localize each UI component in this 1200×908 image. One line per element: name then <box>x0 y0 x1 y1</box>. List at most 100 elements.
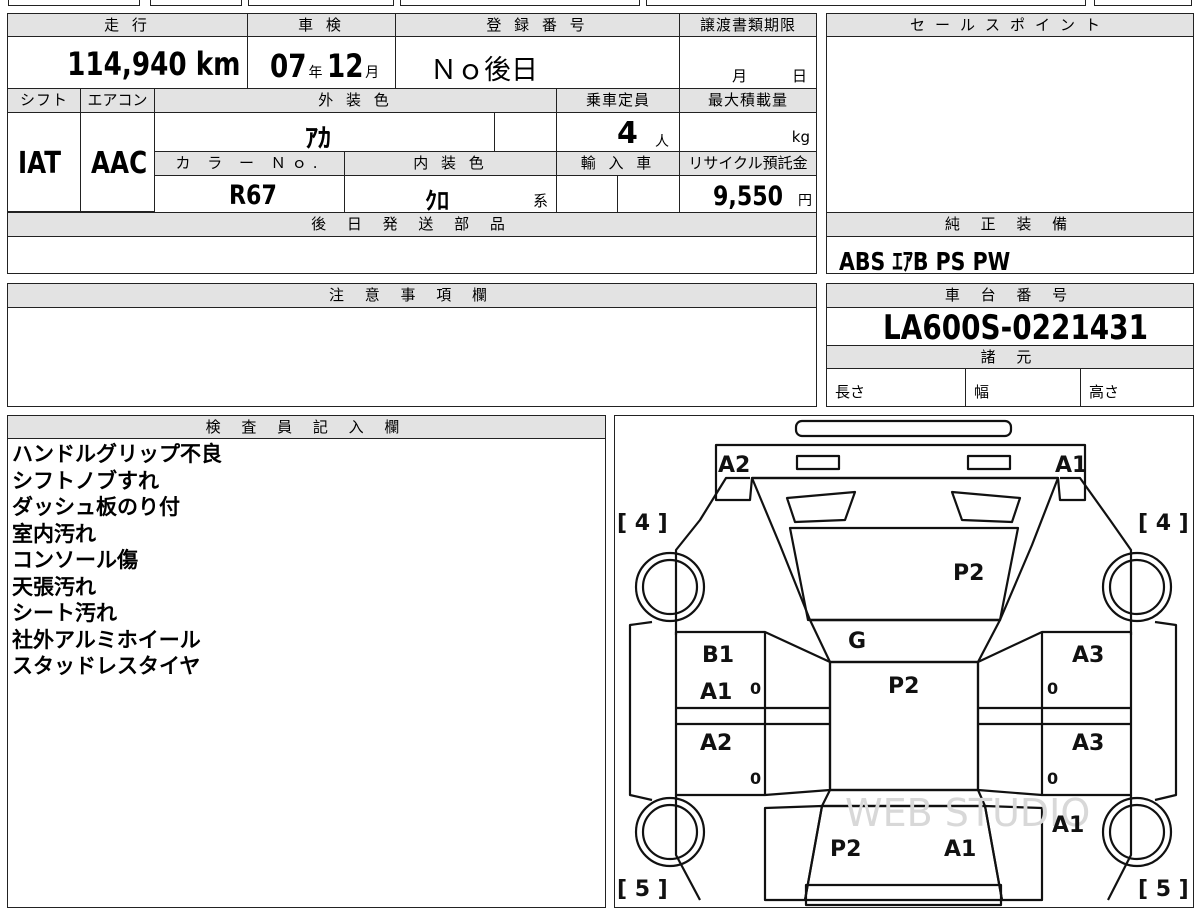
mark-rear-right: A1 <box>944 837 976 862</box>
front-bumper <box>794 419 1013 438</box>
door-zero-left-front: 0 <box>750 679 761 698</box>
rear-right-tire-inner <box>1108 803 1166 861</box>
front-right-tire <box>1101 551 1173 623</box>
shaken-cell: 07 年 12 月 <box>247 36 396 89</box>
color-no-label: カ ラ ー Ｎｏ. <box>154 151 345 176</box>
chassis-label: 車 台 番 号 <box>826 283 1194 308</box>
windshield <box>808 618 1002 664</box>
shaken-label: 車 検 <box>247 13 396 37</box>
capacity-unit: 人 <box>655 134 669 150</box>
top-strip <box>0 0 1200 6</box>
genuine-equipment-cell: ABS ｴｱB PS PW <box>826 236 1194 274</box>
inspector-note: シート汚れ <box>12 601 117 625</box>
shift-value: IAT <box>18 146 62 181</box>
right-side-rail <box>1154 620 1178 802</box>
inspector-note: ハンドルグリップ不良 <box>12 442 222 466</box>
interior-color-cell: ｸﾛ 系 <box>344 175 557 213</box>
aircon-label: エアコン <box>80 88 155 113</box>
mark-right-rear-door: A3 <box>1072 731 1104 756</box>
mark-right-front-door: A3 <box>1072 643 1104 668</box>
mark-windshield: G <box>848 629 866 654</box>
specs-width-cell: 幅 <box>965 368 1081 407</box>
inspector-note: コンソール傷 <box>12 548 138 572</box>
front-right-tire-inner <box>1108 558 1166 616</box>
rear-right-tire <box>1101 796 1173 868</box>
registration-value: Ｎｏ後日 <box>430 55 538 86</box>
shift-cell: IAT <box>7 112 81 212</box>
front-left-tire <box>634 551 706 623</box>
import-cell-1 <box>556 175 618 213</box>
specs-height-cell: 高さ <box>1080 368 1194 407</box>
front-panel <box>714 443 1087 502</box>
right-wiper-area <box>950 490 1022 524</box>
inspector-label: 検 査 員 記 入 欄 <box>7 415 606 439</box>
mark-left-front-door-2: A1 <box>700 680 732 705</box>
transfer-day-unit: 日 <box>792 67 808 85</box>
max-load-cell: kg <box>679 112 817 152</box>
genuine-equipment-value: ABS ｴｱB PS PW <box>839 247 1011 274</box>
inspector-note: 社外アルミホイール <box>12 627 201 652</box>
caution-cell <box>7 307 817 407</box>
shift-label: シフト <box>7 88 81 113</box>
recycle-label: リサイクル預託金 <box>679 151 817 176</box>
mark-rear-left: P2 <box>830 837 861 862</box>
later-parts-label: 後 日 発 送 部 品 <box>7 212 817 237</box>
right-headlight <box>966 454 1012 471</box>
capacity-label: 乗車定員 <box>556 88 680 113</box>
car-diagram-panel: WEB STUDIO [ 4 ] [ 4 ] [ 5 ] [ 5 ] A2 A1… <box>614 415 1194 908</box>
car-diagram: WEB STUDIO [ 4 ] [ 4 ] [ 5 ] [ 5 ] A2 A1… <box>617 419 1189 907</box>
hood <box>750 476 1060 622</box>
color-no-value: R67 <box>229 180 277 211</box>
exterior-color-value: ｱｶ <box>305 124 332 152</box>
front-left-tire-inner <box>641 558 699 616</box>
sales-point-cell <box>826 36 1194 213</box>
mark-right-rear-quarter: A1 <box>1052 813 1084 838</box>
left-wiper-area <box>785 490 857 524</box>
mark-front-right: A1 <box>1055 453 1087 478</box>
later-parts-cell <box>7 236 817 274</box>
transfer-deadline-cell: 月 日 <box>679 36 817 89</box>
registration-label: 登 録 番 号 <box>395 13 680 37</box>
inspector-note: スタッドレスタイヤ <box>12 654 201 678</box>
door-zero-left-rear: 0 <box>750 769 761 788</box>
exterior-color-cell: ｱｶ <box>154 112 495 152</box>
capacity-cell: 4 人 <box>556 112 680 152</box>
tire-rear-right: [ 5 ] <box>1138 877 1189 902</box>
shaken-year: 07 <box>270 47 307 85</box>
shaken-year-unit: 年 <box>308 65 323 81</box>
mark-front-left: A2 <box>718 453 750 478</box>
specs-length-label: 長さ <box>835 383 866 401</box>
aircon-value: AAC <box>91 146 148 181</box>
interior-color-value: ｸﾛ <box>425 187 449 213</box>
rear-bumper <box>804 883 1003 907</box>
left-headlight <box>795 454 841 471</box>
exterior-color-extra <box>494 112 557 152</box>
transfer-month-unit: 月 <box>732 67 748 85</box>
sales-point-label: セールスポイント <box>826 13 1194 37</box>
import-label: 輸 入 車 <box>556 151 680 176</box>
chassis-value: LA600S-0221431 <box>883 308 1148 346</box>
chassis-cell: LA600S-0221431 <box>826 307 1194 346</box>
rear-left-tire <box>634 796 706 868</box>
inspector-cell: ハンドルグリップ不良 シフトノブすれ ダッシュ板のり付 室内汚れ コンソール傷 天張汚れシ… <box>7 438 606 908</box>
capacity-value: 4 <box>617 116 638 151</box>
inspector-note: ダッシュ板のり付 <box>12 495 180 519</box>
inspector-note: 天張汚れ <box>12 574 96 599</box>
interior-color-suffix: 系 <box>533 192 549 210</box>
exterior-color-label: 外 装 色 <box>154 88 557 113</box>
caution-label: 注 意 事 項 欄 <box>7 283 817 308</box>
specs-length-cell: 長さ <box>826 368 966 407</box>
recycle-value: 9,550 <box>712 181 783 212</box>
left-side-rail <box>628 620 653 802</box>
recycle-cell: 9,550 円 <box>679 175 817 213</box>
tire-rear-left: [ 5 ] <box>617 877 668 902</box>
mileage-unit: km <box>196 45 241 83</box>
shaken-month-unit: 月 <box>365 65 380 81</box>
inspector-notes-list: ハンドルグリップ不良 シフトノブすれ ダッシュ板のり付 室内汚れ コンソール傷 天張汚れシ… <box>12 441 222 680</box>
tire-front-left: [ 4 ] <box>617 511 668 536</box>
tire-front-right: [ 4 ] <box>1138 511 1189 536</box>
max-load-label: 最大積載量 <box>679 88 817 113</box>
mark-hood: P2 <box>953 561 984 586</box>
door-zero-right-front: 0 <box>1047 679 1058 698</box>
genuine-equipment-label: 純 正 装 備 <box>826 212 1194 237</box>
